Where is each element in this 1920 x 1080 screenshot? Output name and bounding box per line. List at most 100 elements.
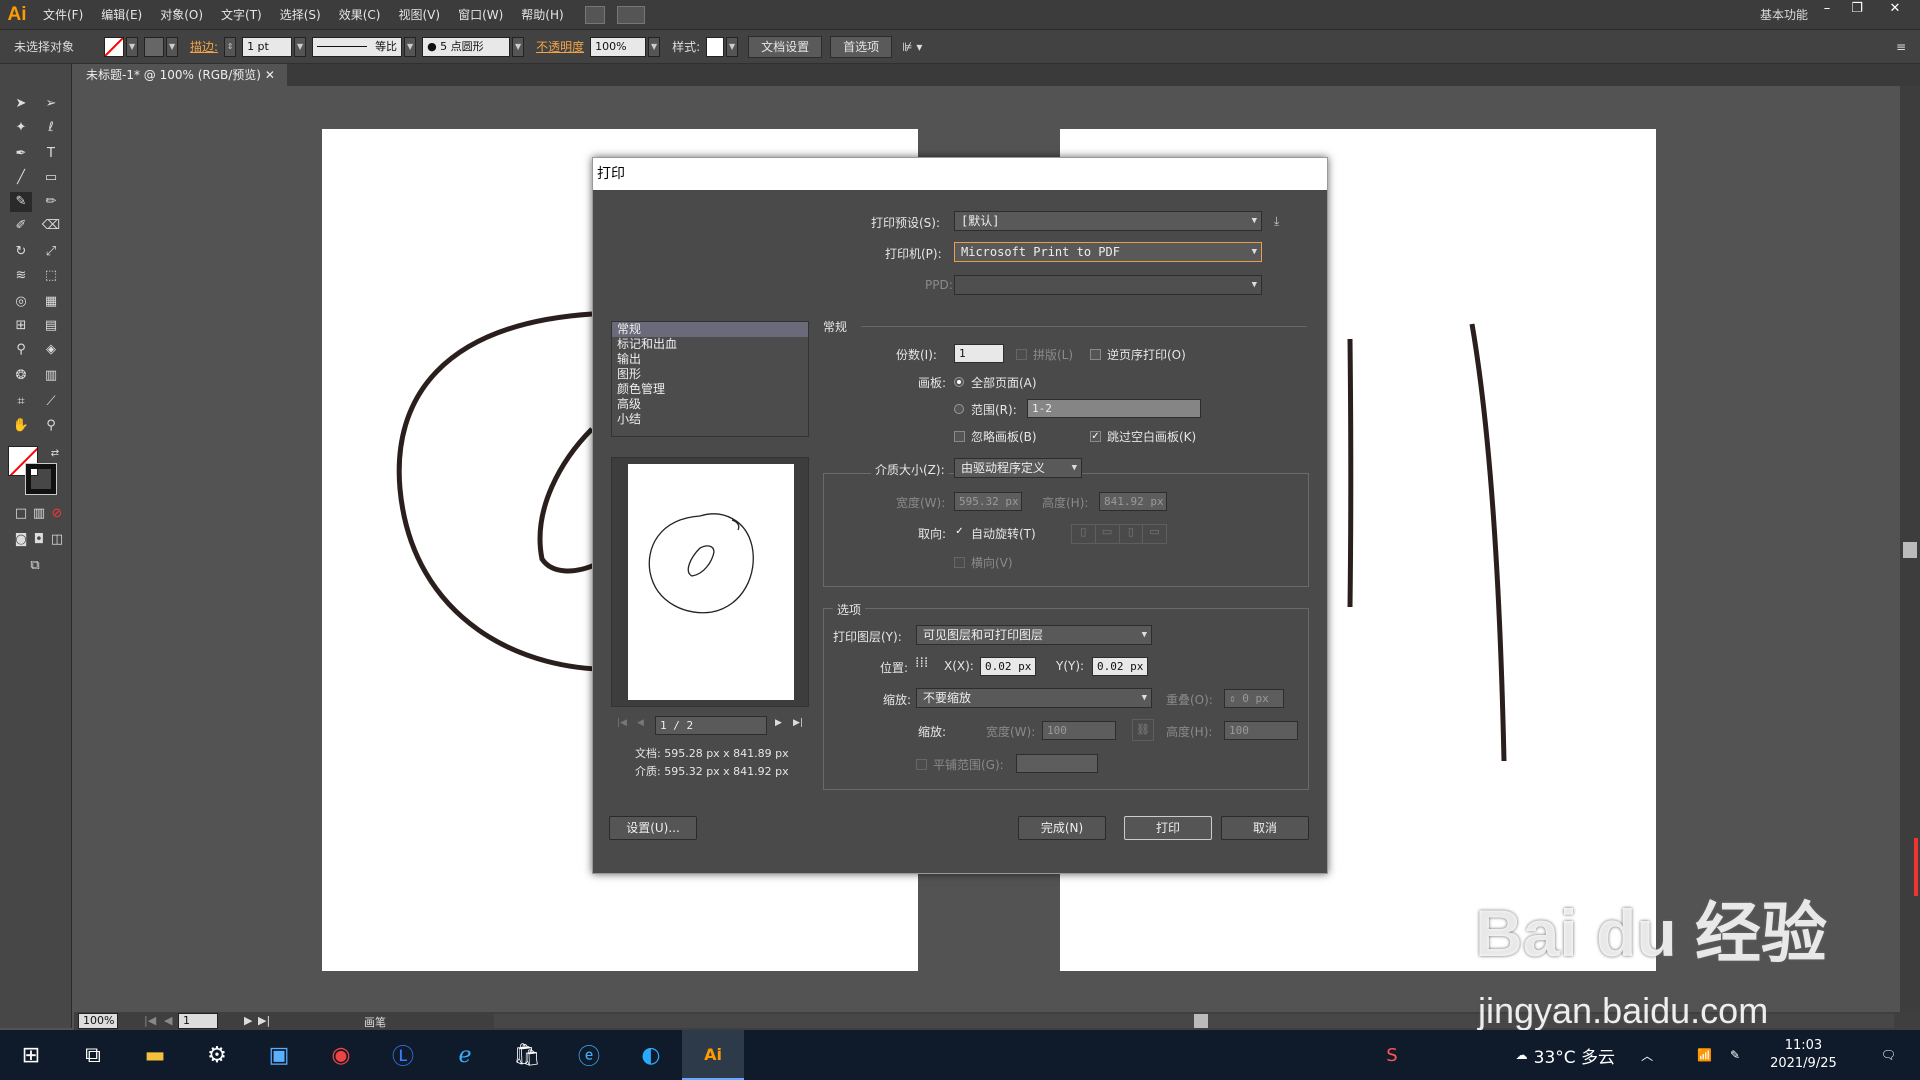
magic-wand-icon[interactable]: ✦: [10, 118, 32, 138]
opacity-dropdown-icon[interactable]: ▼: [648, 36, 661, 57]
y-input[interactable]: 0.02 px: [1092, 657, 1148, 676]
print-layers-select[interactable]: 可见图层和可打印图层 ▼: [916, 625, 1152, 645]
hand-tool-icon[interactable]: ✋: [10, 416, 32, 436]
pen-icon[interactable]: ✎: [1730, 1048, 1740, 1062]
store-icon[interactable]: 🛍: [496, 1030, 558, 1080]
overlap-stepper-icon[interactable]: ⇕: [1229, 692, 1236, 705]
tile-range-input[interactable]: [1016, 754, 1098, 773]
tile-range-checkbox[interactable]: [916, 759, 927, 770]
perspective-grid-icon[interactable]: ▦: [40, 292, 62, 312]
menu-select[interactable]: 选择(S): [271, 0, 330, 30]
category-graphics[interactable]: 图形: [612, 367, 808, 382]
skip-blank-checkbox[interactable]: ✓: [1090, 431, 1101, 442]
brush-dropdown-icon[interactable]: ▼: [512, 36, 525, 57]
ime-icon[interactable]: S: [1386, 1045, 1397, 1066]
category-output[interactable]: 输出: [612, 352, 808, 367]
free-transform-icon[interactable]: ⬚: [40, 266, 62, 286]
category-advanced[interactable]: 高级: [612, 397, 808, 412]
rectangle-tool-icon[interactable]: ▭: [40, 168, 62, 188]
none-mode-icon[interactable]: ⊘: [46, 504, 68, 524]
preview-next-icon[interactable]: ▶: [775, 718, 782, 728]
media-size-select[interactable]: 由驱动程序定义 ▼: [954, 458, 1082, 478]
network-icon[interactable]: 📶: [1697, 1048, 1712, 1062]
blob-brush-icon[interactable]: ✐: [10, 216, 32, 236]
stroke-label[interactable]: 描边:: [184, 38, 224, 55]
menu-effect[interactable]: 效果(C): [330, 0, 390, 30]
all-pages-radio[interactable]: [954, 377, 964, 387]
print-button[interactable]: 打印: [1124, 816, 1212, 840]
ignore-artboards-checkbox[interactable]: [954, 431, 965, 442]
opacity-label[interactable]: 不透明度: [530, 38, 590, 55]
gradient-tool-icon[interactable]: ▤: [40, 316, 62, 336]
vertical-scrollbar[interactable]: [1900, 86, 1920, 1012]
preferences-button[interactable]: 首选项: [830, 35, 893, 58]
brush-definition[interactable]: ● 5 点圆形: [422, 36, 511, 57]
position-grid-icon[interactable]: ⁞⁞⁞: [915, 655, 928, 671]
save-preset-icon[interactable]: ⤓: [1274, 214, 1279, 229]
landscape-checkbox[interactable]: [954, 557, 965, 568]
ie-icon[interactable]: ⓔ: [558, 1030, 620, 1080]
windows-start-icon[interactable]: ⊞: [0, 1030, 62, 1080]
type-tool-icon[interactable]: T: [40, 144, 62, 164]
zoom-tool-icon[interactable]: ⚲: [40, 416, 62, 436]
range-input[interactable]: 1-2: [1027, 399, 1201, 418]
file-explorer-icon[interactable]: ▬: [124, 1030, 186, 1080]
settings-icon[interactable]: ⚙: [186, 1030, 248, 1080]
variable-width-profile[interactable]: 等比: [312, 36, 403, 57]
preview-prev-icon[interactable]: ◀: [637, 718, 644, 728]
portrait-flipped-icon[interactable]: ▯: [1120, 525, 1144, 543]
mesh-tool-icon[interactable]: ⊞: [10, 316, 32, 336]
scale-width-input[interactable]: 100: [1042, 721, 1116, 740]
print-preset-select[interactable]: [默认] ▼: [954, 211, 1262, 231]
weather-icon[interactable]: ☁: [1516, 1048, 1528, 1062]
profile-dropdown-icon[interactable]: ▼: [404, 36, 417, 57]
style-swatch[interactable]: [706, 36, 725, 57]
auto-rotate-checkbox[interactable]: ✓: [954, 527, 965, 538]
orientation-buttons[interactable]: ▯ ▭ ▯ ▭: [1071, 524, 1167, 544]
slice-tool-icon[interactable]: ⟋: [40, 392, 62, 412]
scaling-select[interactable]: 不要缩放 ▼: [916, 688, 1152, 708]
stroke-color-swatch[interactable]: [25, 463, 57, 495]
chrome-icon[interactable]: ◉: [310, 1030, 372, 1080]
menu-object[interactable]: 对象(O): [151, 0, 212, 30]
blend-tool-icon[interactable]: ◈: [40, 340, 62, 360]
scale-height-input[interactable]: 100: [1224, 721, 1298, 740]
align-icon[interactable]: ⊯ ▾: [896, 40, 928, 54]
menu-window[interactable]: 窗口(W): [449, 0, 512, 30]
app-l-icon[interactable]: Ⓛ: [372, 1030, 434, 1080]
line-tool-icon[interactable]: ╱: [10, 168, 32, 188]
clock[interactable]: 11:03 2021/9/25: [1770, 1037, 1837, 1073]
prev-page-icon[interactable]: ◀: [164, 1014, 172, 1027]
lasso-icon[interactable]: ℓ: [40, 118, 62, 138]
notifications-icon[interactable]: 🗨: [1881, 1048, 1896, 1062]
document-tab[interactable]: 未标题-1* @ 100% (RGB/预览) ✕: [74, 64, 287, 86]
pen-tool-icon[interactable]: ✒: [10, 144, 32, 164]
style-dropdown-icon[interactable]: ▼: [726, 36, 739, 57]
bridge-icon[interactable]: [584, 5, 605, 24]
pencil-tool-icon[interactable]: ✏: [40, 192, 62, 212]
stroke-weight-dropdown-icon[interactable]: ▼: [294, 36, 307, 57]
category-summary[interactable]: 小结: [612, 412, 808, 427]
stroke-swatch[interactable]: [144, 36, 165, 57]
vertical-scroll-thumb[interactable]: [1903, 542, 1917, 558]
paintbrush-tool-icon[interactable]: ✎: [10, 192, 32, 212]
cancel-button[interactable]: 取消: [1221, 816, 1309, 840]
fill-swatch[interactable]: [104, 36, 125, 57]
menu-view[interactable]: 视图(V): [389, 0, 449, 30]
opacity-input[interactable]: 100%: [590, 36, 647, 57]
reverse-order-checkbox[interactable]: [1090, 349, 1101, 360]
workspace-switcher[interactable]: 基本功能: [1760, 0, 1808, 30]
collate-checkbox[interactable]: [1016, 349, 1027, 360]
next-page-icon[interactable]: ▶: [244, 1014, 252, 1027]
category-general[interactable]: 常规: [612, 322, 808, 337]
symbol-sprayer-icon[interactable]: ❂: [10, 366, 32, 386]
screen-mode-icon[interactable]: ⧉: [24, 556, 46, 576]
rotate-tool-icon[interactable]: ↻: [10, 242, 32, 262]
category-marks-bleed[interactable]: 标记和出血: [612, 337, 808, 352]
landscape-icon[interactable]: ▭: [1096, 525, 1120, 543]
artboard-tool-icon[interactable]: ⌗: [10, 392, 32, 412]
portrait-icon[interactable]: ▯: [1072, 525, 1096, 543]
stroke-weight-input[interactable]: 1 pt: [242, 36, 293, 57]
preview-page[interactable]: [628, 464, 794, 700]
setup-button[interactable]: 设置(U)...: [609, 816, 697, 840]
